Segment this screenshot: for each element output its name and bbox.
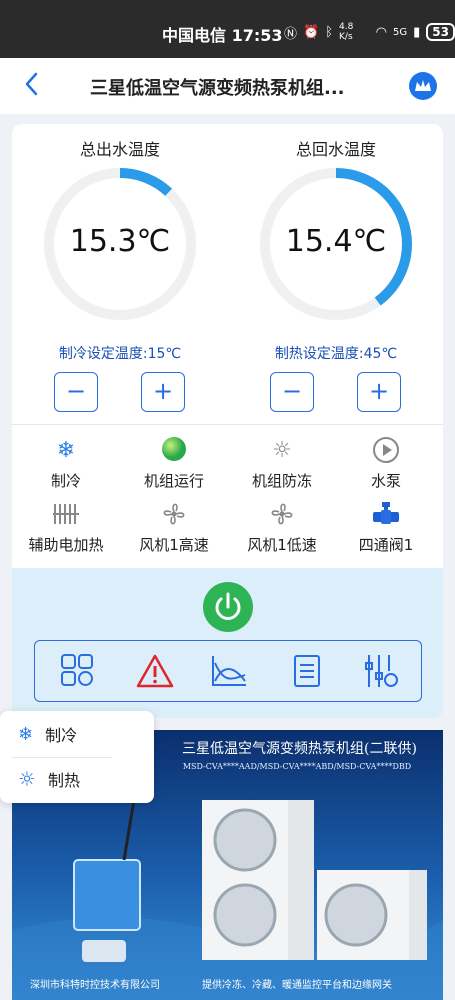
heating-setpoint: 制热设定温度:45℃ xyxy=(274,346,398,362)
mode-option-label: 制热 xyxy=(47,771,80,790)
status-fan1-low: 风机1低速 xyxy=(228,500,336,555)
chevron-left-icon xyxy=(25,72,38,96)
mode-popup: ❄ 制冷 ☼ 制热 xyxy=(0,711,154,803)
status-aux-heater: 辅助电加热 xyxy=(12,500,120,555)
control-panel xyxy=(12,568,443,718)
alarm-icon[interactable] xyxy=(135,653,175,689)
mode-option-heating[interactable]: ☼ 制热 xyxy=(18,764,80,794)
gauge-label-return: 总回水温度 xyxy=(295,140,376,159)
status-label: 四通阀1 xyxy=(358,536,414,554)
banner-slogan: 提供冷冻、冷藏、暖通监控平台和边缘网关 xyxy=(202,980,392,991)
pump-play-icon xyxy=(332,436,440,466)
outlet-temp-value: 15.3℃ xyxy=(69,224,171,259)
status-icons: Ⓝ ⏰ ᛒ 4.8 K/s ◠ 5G ▮ 53 xyxy=(284,22,455,42)
power-icon xyxy=(215,592,241,620)
bluetooth-icon: ᛒ xyxy=(325,24,334,40)
mode-option-label: 制冷 xyxy=(45,726,78,745)
battery-indicator: 53 xyxy=(426,23,455,41)
status-label: 辅助电加热 xyxy=(28,536,104,554)
gauge-label-outlet: 总出水温度 xyxy=(79,140,160,159)
status-label: 制冷 xyxy=(50,472,81,490)
return-temp-value: 15.4℃ xyxy=(285,224,387,259)
power-button[interactable] xyxy=(203,582,253,632)
snowflake-icon: ❄ xyxy=(56,438,76,463)
status-unit-running: 机组运行 xyxy=(120,436,228,491)
status-cooling: ❄ 制冷 xyxy=(12,436,120,491)
status-label: 机组运行 xyxy=(143,472,204,490)
status-water-pump: 水泵 xyxy=(332,436,440,491)
crown-button[interactable] xyxy=(409,72,437,100)
mode-option-cooling[interactable]: ❄ 制冷 xyxy=(18,719,77,749)
signal-bars-icon: ▮ xyxy=(413,24,421,40)
fan-icon xyxy=(228,500,336,530)
carrier-time: 中国电信 17:53 xyxy=(162,26,283,45)
settings-sliders-icon[interactable] xyxy=(361,653,401,689)
alarm-clock-icon: ⏰ xyxy=(303,24,320,40)
signal-label: 5G xyxy=(393,26,408,38)
device-card: 总出水温度 15.3℃ 制冷设定温度:15℃ − + 总回水温度 15.4℃ 制… xyxy=(12,124,443,718)
status-four-way-valve: 四通阀1 xyxy=(332,500,440,555)
heating-minus-button[interactable]: − xyxy=(270,372,314,412)
status-label: 水泵 xyxy=(370,472,401,490)
crown-icon xyxy=(415,80,431,91)
grid-icon[interactable] xyxy=(57,653,97,689)
heater-icon xyxy=(12,500,120,530)
banner-title: 三星低温空气源变频热泵机组(二联供) xyxy=(182,741,417,757)
function-toolbar xyxy=(34,640,422,702)
status-label: 机组防冻 xyxy=(251,472,312,490)
cooling-setpoint: 制冷设定温度:15℃ xyxy=(58,346,182,362)
status-fan1-high: 风机1高速 xyxy=(120,500,228,555)
wifi-icon: ◠ xyxy=(375,24,388,40)
snowflake-icon: ❄ xyxy=(18,723,34,745)
sun-icon: ☼ xyxy=(18,767,36,791)
green-dot-icon xyxy=(120,436,228,466)
nfc-icon: Ⓝ xyxy=(284,26,298,42)
cooling-minus-button[interactable]: − xyxy=(54,372,98,412)
sun-icon: ☼ xyxy=(272,438,292,463)
cooling-plus-button[interactable]: + xyxy=(141,372,185,412)
chart-icon[interactable] xyxy=(209,653,249,689)
fan-icon xyxy=(120,500,228,530)
heating-plus-button[interactable]: + xyxy=(357,372,401,412)
status-bar: 中国电信 17:53 Ⓝ ⏰ ᛒ 4.8 K/s ◠ 5G ▮ 53 xyxy=(0,0,455,58)
banner-models: MSD-CVA****AAD/MSD-CVA****ABD/MSD-CVA***… xyxy=(182,762,412,771)
valve-icon xyxy=(332,500,440,530)
network-speed: 4.8 K/s xyxy=(339,22,354,42)
page-title: 三星低温空气源变频热泵机组... xyxy=(90,78,345,99)
status-label: 风机1低速 xyxy=(247,536,317,554)
back-button[interactable] xyxy=(22,70,42,105)
banner-company: 深圳市科特时控技术有限公司 xyxy=(30,980,160,991)
popup-divider xyxy=(12,757,112,758)
status-label: 风机1高速 xyxy=(139,536,209,554)
status-antifreeze: ☼ 机组防冻 xyxy=(228,436,336,491)
divider xyxy=(12,424,443,425)
document-icon[interactable] xyxy=(287,653,327,689)
nav-bar: 三星低温空气源变频热泵机组... xyxy=(0,58,455,114)
